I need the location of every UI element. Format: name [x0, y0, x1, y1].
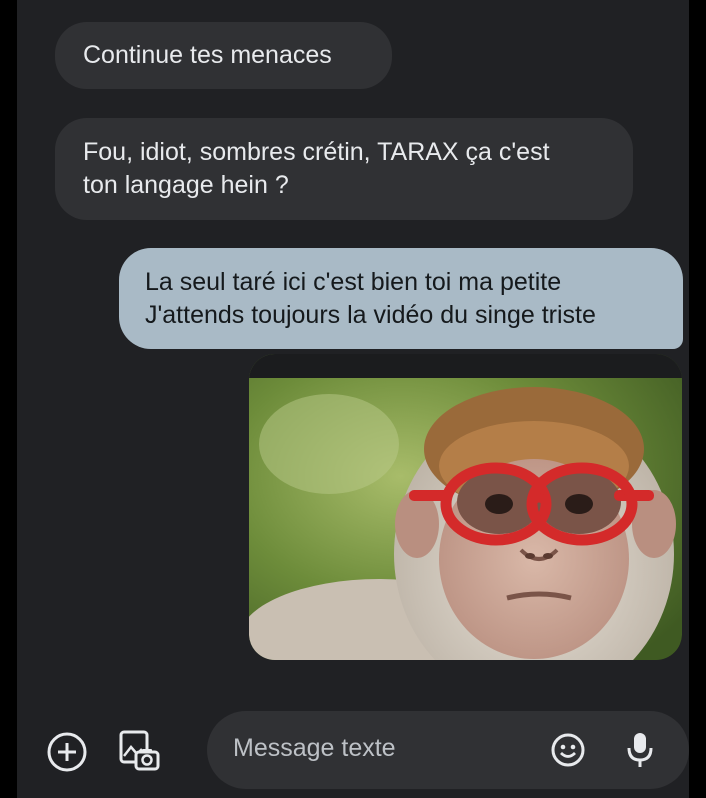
message-input-placeholder[interactable]: Message texte: [233, 734, 396, 763]
message-composer[interactable]: Message texte: [207, 711, 689, 789]
add-circle-icon[interactable]: [46, 731, 88, 773]
message-bubble-outgoing[interactable]: La seul taré ici c'est bien toi ma petit…: [119, 248, 683, 349]
image-message[interactable]: [249, 354, 682, 660]
mic-icon[interactable]: [625, 730, 655, 770]
monkey-photo: [249, 354, 682, 660]
message-bubble-incoming[interactable]: Fou, idiot, sombres crétin, TARAX ça c'e…: [55, 118, 633, 220]
gallery-icon[interactable]: [116, 728, 162, 774]
emoji-icon[interactable]: [550, 732, 586, 768]
conversation-screen: Continue tes menaces Fou, idiot, sombres…: [17, 0, 689, 798]
message-bubble-incoming[interactable]: Continue tes menaces: [55, 22, 392, 89]
